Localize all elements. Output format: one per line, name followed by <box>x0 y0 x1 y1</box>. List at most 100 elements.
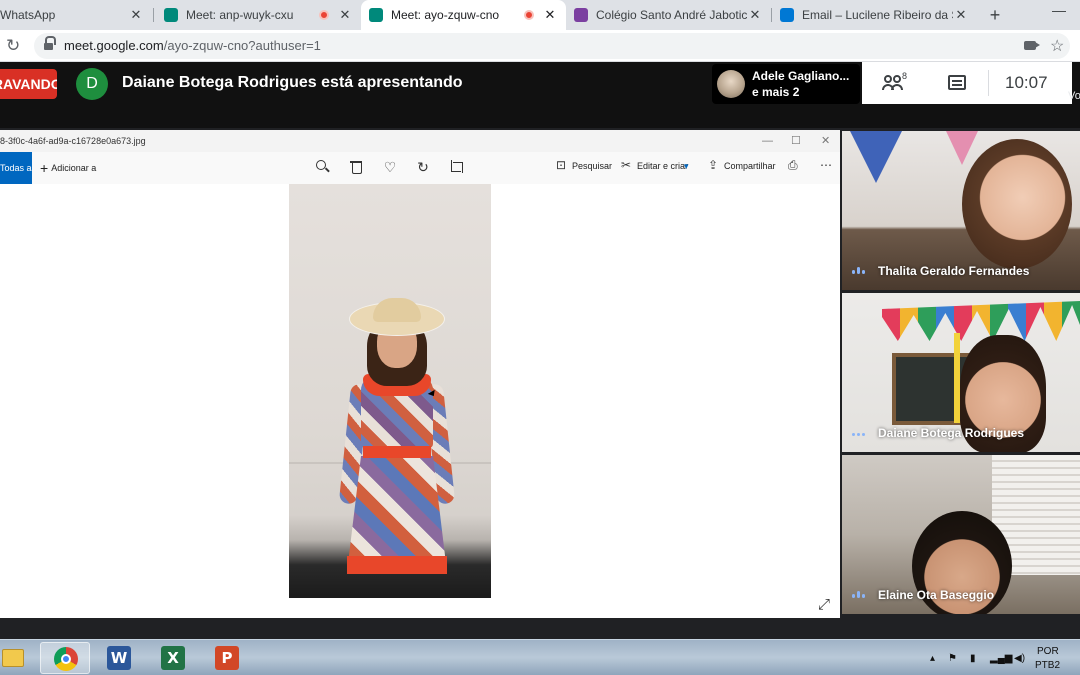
show-hidden-icons-icon[interactable]: ▴ <box>930 653 935 664</box>
address-bar: ↻ meet.google.com/ayo-zquw-cno?authuser=… <box>0 30 1080 62</box>
url-host: meet.google.com <box>64 38 164 53</box>
share-button[interactable]: Compartilhar <box>724 161 776 171</box>
taskbar-powerpoint[interactable]: P <box>202 642 252 674</box>
network-signal-icon[interactable]: ▂▄▆ <box>990 653 1012 664</box>
presenter-avatar: D <box>76 68 108 100</box>
expand-icon[interactable]: ⤢ <box>818 596 830 613</box>
minimize-icon[interactable]: — <box>1052 2 1066 18</box>
close-icon[interactable]: ✕ <box>821 130 830 152</box>
chevron-down-icon[interactable]: ▾ <box>684 161 689 172</box>
powerpoint-icon: P <box>215 646 239 670</box>
tab-email[interactable]: Email – Lucilene Ribeiro da Silva ✕ <box>772 0 977 30</box>
audio-indicator-icon <box>852 590 870 600</box>
close-icon[interactable]: ✕ <box>542 7 558 23</box>
meet-top-bar: GRAVANDO D Daiane Botega Rodrigues está … <box>0 62 1080 128</box>
keyboard-layout[interactable]: PTB2 <box>1035 660 1060 671</box>
edit-create-icon[interactable]: ✂ <box>621 158 631 172</box>
folder-icon <box>2 649 24 667</box>
tab-meet-ayo[interactable]: Meet: ayo-zquw-cno ✕ <box>361 0 566 30</box>
taskbar-chrome[interactable] <box>40 642 90 674</box>
share-icon[interactable]: ⇪ <box>708 158 718 172</box>
maximize-icon[interactable]: ☐ <box>791 130 801 152</box>
new-tab-plus-icon[interactable]: + <box>985 5 1005 26</box>
active-speaker-chip[interactable]: Adele Gagliano... e mais 2 <box>712 64 860 104</box>
add-to-button[interactable]: + Adicionar a <box>40 160 96 176</box>
edit-create-button[interactable]: Editar e criar <box>637 161 688 171</box>
tab-colegio[interactable]: Colégio Santo André Jaboticabal ✕ <box>566 0 771 30</box>
recording-label: GRAVANDO <box>0 76 57 92</box>
audio-indicator-icon <box>852 428 870 438</box>
meet-favicon-icon <box>164 8 178 22</box>
recording-badge: GRAVANDO <box>0 69 57 99</box>
omnibox[interactable]: meet.google.com/ayo-zquw-cno?authuser=1 … <box>34 33 1070 59</box>
rotate-icon[interactable]: ↻ <box>415 159 431 175</box>
displayed-photo <box>289 184 491 598</box>
shared-screen: 8-3f0c-4a6f-ad9a-c16728e0a673.jpg — ☐ ✕ … <box>0 130 840 618</box>
chrome-icon <box>54 647 78 671</box>
excel-icon: X <box>161 646 185 670</box>
camera-icon[interactable] <box>1024 41 1040 50</box>
close-icon[interactable]: ✕ <box>128 7 144 23</box>
crop-icon[interactable] <box>448 159 464 175</box>
plus-icon: + <box>40 160 49 176</box>
lock-icon[interactable] <box>44 36 56 51</box>
meet-controls: 8 10:07 <box>862 62 1072 104</box>
favorite-icon[interactable]: ♡ <box>382 159 398 175</box>
all-photos-button[interactable]: Todas as fotos <box>0 152 32 184</box>
participant-tile[interactable]: Elaine Ota Baseggio <box>842 455 1080 614</box>
tab-whatsapp[interactable]: WhatsApp ✕ <box>0 0 152 30</box>
participant-tile[interactable]: Daiane Botega Rodrigues <box>842 293 1080 452</box>
print-icon[interactable]: ⎙ <box>788 158 798 173</box>
audio-indicator-icon <box>852 266 870 276</box>
windows-taskbar: W X P POR PTB2 <box>0 639 1080 675</box>
minimize-icon[interactable]: — <box>762 130 773 152</box>
edge-text: Vo <box>1068 90 1080 102</box>
tab-separator <box>153 8 154 22</box>
zoom-icon[interactable] <box>315 159 331 175</box>
recording-dot-icon <box>319 10 329 20</box>
tab-title: WhatsApp <box>0 8 56 22</box>
tab-title: Email – Lucilene Ribeiro da Silva <box>802 8 953 22</box>
tab-title: Meet: anp-wuyk-cxu <box>186 8 294 22</box>
url-text[interactable]: meet.google.com/ayo-zquw-cno?authuser=1 <box>64 38 321 53</box>
battery-icon[interactable]: ▮ <box>970 653 976 664</box>
reload-icon[interactable]: ↻ <box>6 36 20 56</box>
participant-name: Elaine Ota Baseggio <box>878 588 995 602</box>
recording-dot-icon <box>524 10 534 20</box>
tab-meet-anp[interactable]: Meet: anp-wuyk-cxu ✕ <box>156 0 361 30</box>
close-icon[interactable]: ✕ <box>747 7 763 23</box>
close-icon[interactable]: ✕ <box>337 7 353 23</box>
tab-strip: WhatsApp ✕ Meet: anp-wuyk-cxu ✕ Meet: ay… <box>0 0 1080 30</box>
search-button[interactable]: Pesquisar <box>572 161 612 171</box>
volume-icon[interactable]: ◀) <box>1014 653 1025 664</box>
bookmark-star-icon[interactable]: ☆ <box>1050 36 1064 56</box>
photo-filename: 8-3f0c-4a6f-ad9a-c16728e0a673.jpg <box>0 136 146 146</box>
speaker-name: Adele Gagliano... <box>752 69 850 83</box>
photos-toolbar: Todas as fotos +Adicionar a ♡ ↻ ⊡ Pesqui… <box>0 152 840 184</box>
add-to-label: Adicionar a <box>51 163 97 173</box>
visual-search-icon[interactable]: ⊡ <box>556 158 566 172</box>
speaker-others: e mais 2 <box>752 85 800 99</box>
taskbar-explorer[interactable] <box>0 642 28 674</box>
tab-title: Meet: ayo-zquw-cno <box>391 8 500 22</box>
chat-icon[interactable] <box>948 75 966 90</box>
participant-tile[interactable]: Thalita Geraldo Fernandes <box>842 131 1080 290</box>
input-language[interactable]: POR <box>1037 646 1059 657</box>
divider <box>988 70 989 96</box>
tab-title: Colégio Santo André Jaboticabal <box>596 8 747 22</box>
delete-icon[interactable] <box>349 159 365 175</box>
people-icon[interactable] <box>882 75 904 91</box>
outlook-favicon-icon <box>780 8 794 22</box>
school-favicon-icon <box>574 8 588 22</box>
meeting-clock: 10:07 <box>1005 73 1048 92</box>
speaker-avatar <box>717 70 745 98</box>
close-icon[interactable]: ✕ <box>953 7 969 23</box>
taskbar-word[interactable]: W <box>94 642 144 674</box>
participant-name: Thalita Geraldo Fernandes <box>878 264 1030 278</box>
photos-title-bar: 8-3f0c-4a6f-ad9a-c16728e0a673.jpg — ☐ ✕ <box>0 130 840 152</box>
word-icon: W <box>107 646 131 670</box>
taskbar-excel[interactable]: X <box>148 642 198 674</box>
action-center-flag-icon[interactable]: ⚑ <box>948 653 957 664</box>
more-options-icon[interactable]: ⋯ <box>820 158 832 172</box>
url-path: /ayo-zquw-cno?authuser=1 <box>163 38 321 53</box>
